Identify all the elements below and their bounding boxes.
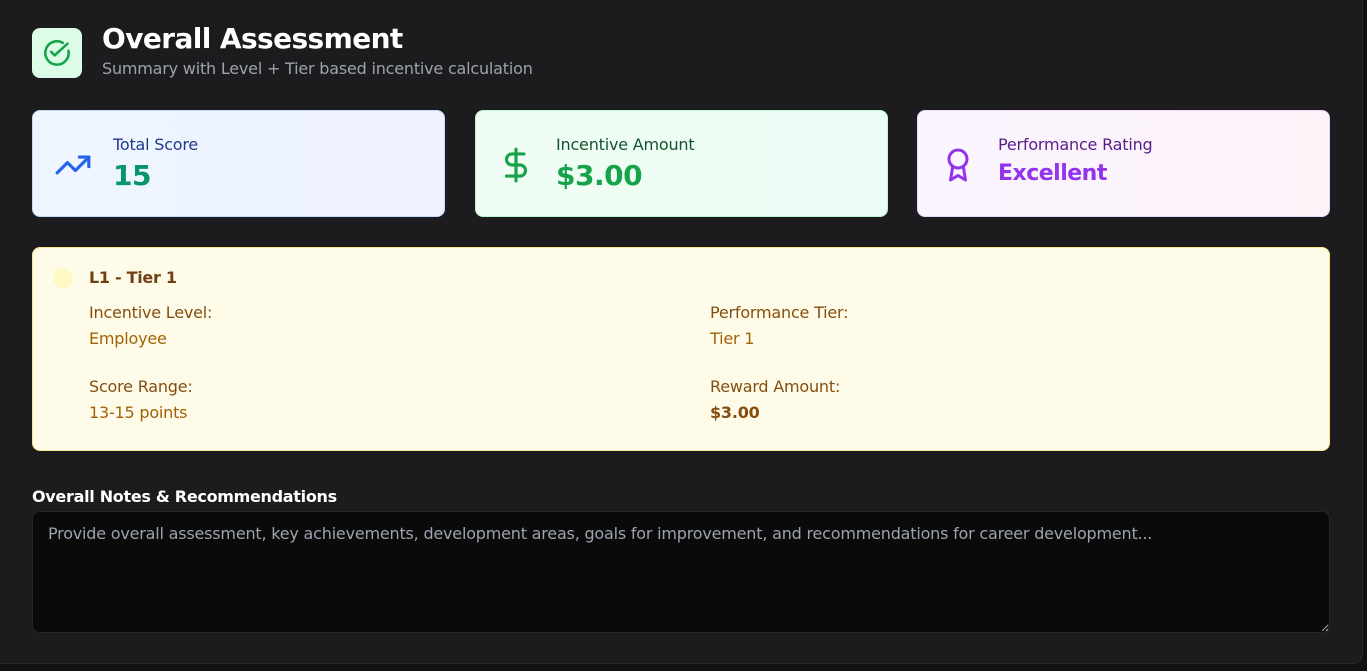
performance-rating-label: Performance Rating — [998, 135, 1153, 154]
tier-details-card: L1 - Tier 1 Incentive Level: Employee Pe… — [32, 247, 1330, 451]
page-title: Overall Assessment — [102, 22, 403, 55]
performance-rating-value: Excellent — [998, 161, 1107, 186]
incentive-amount-label: Incentive Amount — [556, 135, 695, 154]
notes-label: Overall Notes & Recommendations — [32, 487, 337, 506]
total-score-label: Total Score — [113, 135, 199, 154]
dollar-sign-icon — [496, 145, 536, 185]
performance-tier-label: Performance Tier: — [710, 303, 849, 322]
incentive-level-value: Employee — [89, 329, 167, 348]
total-score-card: Total Score 15 — [32, 110, 445, 217]
total-score-value: 15 — [113, 159, 151, 192]
performance-rating-card: Performance Rating Excellent — [917, 110, 1330, 217]
score-range-label: Score Range: — [89, 377, 193, 396]
trending-up-icon — [53, 145, 93, 185]
check-circle-icon — [32, 28, 82, 78]
reward-amount-value: $3.00 — [710, 403, 760, 422]
performance-tier-value: Tier 1 — [710, 329, 755, 348]
incentive-level-label: Incentive Level: — [89, 303, 213, 322]
award-icon — [938, 145, 978, 185]
incentive-amount-card: Incentive Amount $3.00 — [475, 110, 888, 217]
overall-assessment-panel: Overall Assessment Summary with Level + … — [0, 0, 1363, 664]
reward-amount-label: Reward Amount: — [710, 377, 841, 396]
incentive-amount-value: $3.00 — [556, 159, 643, 192]
tier-title: L1 - Tier 1 — [89, 268, 177, 287]
notes-textarea[interactable] — [32, 511, 1330, 633]
tier-icon — [53, 268, 73, 288]
score-range-value: 13-15 points — [89, 403, 188, 422]
page-subtitle: Summary with Level + Tier based incentiv… — [102, 59, 533, 78]
